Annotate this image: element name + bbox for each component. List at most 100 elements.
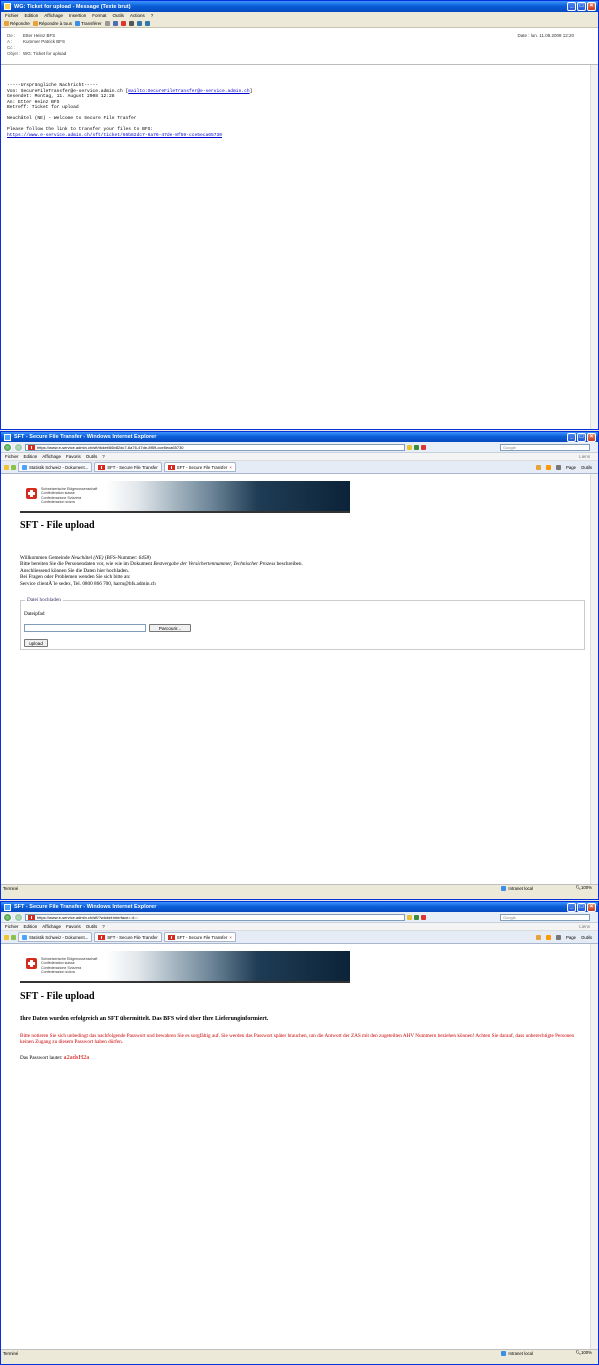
print-icon[interactable] (555, 934, 561, 940)
next-icon[interactable] (144, 20, 150, 26)
menu-fichier[interactable]: Fichier (5, 924, 19, 929)
ie1-scrollbar[interactable] (590, 474, 598, 884)
ie1-addressbar: https://www.e-service.admin.ch/sft/ticke… (1, 442, 598, 453)
refresh-icon[interactable] (414, 914, 419, 920)
menu-insertion[interactable]: Insertion (69, 13, 86, 18)
menu-fichier[interactable]: Fichier (5, 454, 19, 459)
back-button[interactable] (3, 912, 12, 922)
zoom-level[interactable]: 🔍︎100% (576, 1350, 592, 1356)
home-icon[interactable] (535, 934, 541, 940)
menu-outils[interactable]: Outils (86, 454, 98, 459)
forward-button[interactable]: Transférer (75, 20, 102, 26)
menu-help[interactable]: ? (102, 924, 105, 929)
lock-icon[interactable] (407, 914, 412, 920)
page-menu[interactable]: Page (566, 465, 576, 470)
ie2-scrollbar[interactable] (590, 944, 598, 1349)
mail-date: Date : lun. 11.08.2008 12:20 (518, 33, 575, 38)
menu-affichage[interactable]: Affichage (42, 924, 61, 929)
ie2-statusbar: Terminé Intranet local 🔍︎100% (1, 1349, 598, 1356)
welcome-text: Willkommen Gemeinde Neuchâtel (NE) (BFS-… (20, 555, 303, 587)
refresh-icon[interactable] (414, 444, 419, 450)
menu-affichage[interactable]: Affichage (42, 454, 61, 459)
address-input[interactable]: https://www.e-service.admin.ch/sft/ticke… (25, 443, 405, 451)
forward-button[interactable] (14, 912, 23, 922)
links-label[interactable]: Liens (579, 454, 590, 459)
add-favorite-icon[interactable] (11, 464, 16, 470)
close-button[interactable]: × (587, 433, 596, 442)
reply-button[interactable]: Répondre (4, 20, 30, 26)
minimize-button[interactable]: _ (567, 903, 576, 912)
forward-button[interactable] (14, 442, 23, 452)
feed-icon[interactable] (545, 934, 551, 940)
home-icon[interactable] (535, 464, 541, 470)
tab-sft-1[interactable]: SFT - Secure File Transfer (94, 932, 162, 942)
menu-help[interactable]: ? (102, 454, 105, 459)
delete-icon[interactable] (128, 20, 134, 26)
browse-button[interactable]: Parcourir... (149, 624, 191, 632)
ie1-titlebar[interactable]: SFT - Secure File Transfer - Windows Int… (1, 432, 598, 442)
stop-icon[interactable] (421, 914, 426, 920)
mailto-link[interactable]: mailto:SecureFileTransfer@e-service.admi… (128, 89, 249, 94)
tab-sft-2[interactable]: SFT - Secure File Transfer × (163, 932, 236, 942)
tab-sft-1[interactable]: SFT - Secure File Transfer (94, 462, 162, 472)
tools-menu[interactable]: Outils (581, 935, 592, 940)
maximize-button[interactable]: □ (577, 2, 586, 11)
menu-edition[interactable]: Edition (24, 924, 38, 929)
print-icon[interactable] (104, 20, 110, 26)
menu-actions[interactable]: Actions (130, 13, 145, 18)
address-input[interactable]: https://www.e-service.admin.ch/sft/?wick… (25, 913, 405, 921)
add-favorite-icon[interactable] (11, 934, 16, 940)
previous-icon[interactable] (136, 20, 142, 26)
tab-statistik[interactable]: Statistik Schweiz - Dokument... (18, 932, 93, 942)
menu-favoris[interactable]: Favoris (66, 454, 81, 459)
close-button[interactable]: × (587, 903, 596, 912)
print-icon[interactable] (555, 464, 561, 470)
menu-help[interactable]: ? (151, 13, 154, 18)
lock-icon[interactable] (407, 444, 412, 450)
menu-format[interactable]: Format (92, 13, 106, 18)
reply-all-button[interactable]: Répondre à tous (32, 20, 72, 26)
mail-icon (4, 3, 11, 10)
maximize-button[interactable]: □ (577, 903, 586, 912)
upload-button[interactable]: upload (24, 639, 48, 647)
menu-edition[interactable]: Edition (24, 454, 38, 459)
menu-edition[interactable]: Edition (25, 13, 39, 18)
minimize-button[interactable]: _ (567, 2, 576, 11)
menu-outils[interactable]: Outils (86, 924, 98, 929)
menu-outils[interactable]: Outils (113, 13, 125, 18)
flag-icon[interactable] (120, 20, 126, 26)
back-button[interactable] (3, 442, 12, 452)
tab-sft-2[interactable]: SFT - Secure File Transfer × (163, 462, 236, 472)
save-icon[interactable] (112, 20, 118, 26)
mail-titlebar[interactable]: WG: Ticket for upload - Message (Texte b… (1, 1, 598, 12)
tab-statistik[interactable]: Statistik Schweiz - Dokument... (18, 462, 93, 472)
stop-icon[interactable] (421, 444, 426, 450)
ticket-link[interactable]: https://www.e-service.admin.ch/sft/ticke… (7, 133, 222, 138)
search-input[interactable]: Google (500, 913, 590, 921)
menu-fichier[interactable]: Fichier (5, 13, 19, 18)
ie2-titlebar[interactable]: SFT - Secure File Transfer - Windows Int… (1, 902, 598, 912)
file-path-input[interactable] (24, 624, 146, 632)
menu-affichage[interactable]: Affichage (44, 13, 63, 18)
mail-scrollbar[interactable] (590, 65, 598, 429)
close-button[interactable]: × (587, 2, 596, 11)
tools-menu[interactable]: Outils (581, 465, 592, 470)
page-menu[interactable]: Page (566, 935, 576, 940)
from-line-end: ] (249, 88, 253, 94)
search-input[interactable]: Google (500, 443, 590, 451)
cc-label: Cc : (7, 44, 16, 50)
favorites-star-icon[interactable] (4, 464, 9, 470)
zoom-value: 100% (581, 885, 592, 890)
feed-icon[interactable] (545, 464, 551, 470)
intranet-icon (501, 1350, 507, 1356)
menu-favoris[interactable]: Favoris (66, 924, 81, 929)
favorites-star-icon[interactable] (4, 934, 9, 940)
close-tab-icon[interactable]: × (229, 935, 232, 940)
minimize-button[interactable]: _ (567, 433, 576, 442)
subject-value: WG: Ticket for upload (23, 50, 67, 56)
maximize-button[interactable]: □ (577, 433, 586, 442)
zoom-level[interactable]: 🔍︎100% (576, 885, 592, 891)
links-label[interactable]: Liens (579, 924, 590, 929)
close-tab-icon[interactable]: × (229, 465, 232, 470)
site-flag-icon (28, 444, 35, 450)
